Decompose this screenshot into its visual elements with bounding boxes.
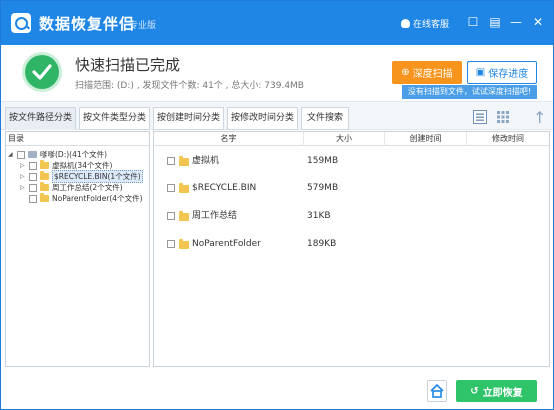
save-icon: ▣ — [475, 67, 486, 78]
column-size[interactable]: 大小 — [304, 132, 385, 146]
file-name: 虚拟机 — [192, 156, 220, 166]
tree-checkbox[interactable] — [29, 161, 37, 170]
file-list: 名字 大小 创建时间 修改时间 虚拟机 159MB $RECYCLE.BIN 5… — [153, 131, 550, 367]
file-row[interactable]: 虚拟机 159MB — [154, 154, 549, 168]
tab-by-path[interactable]: 按文件路径分类 — [5, 107, 76, 130]
deep-scan-label: 深度扫描 — [412, 69, 453, 80]
tab-file-search[interactable]: 文件搜索 — [301, 107, 349, 130]
menu-icon[interactable]: ☐ — [466, 15, 480, 29]
file-size: 189KB — [307, 239, 337, 249]
up-arrow-icon[interactable]: ↑ — [533, 108, 546, 127]
service-label: 在线客服 — [413, 20, 450, 30]
file-name: $RECYCLE.BIN — [192, 183, 257, 193]
folder-icon — [179, 183, 189, 193]
folder-icon — [40, 182, 49, 191]
app-title: 数据恢复伴侣 — [39, 15, 136, 33]
tree-item-label: 周工作总结(2个文件) — [52, 183, 123, 192]
home-button[interactable] — [427, 380, 447, 402]
folder-icon — [179, 211, 189, 221]
file-row[interactable]: 周工作总结 31KB — [154, 209, 549, 223]
deep-scan-tooltip: 没有扫描到文件，试试深度扫描吧! — [402, 85, 537, 99]
scan-complete-title: 快速扫描已完成 — [75, 56, 181, 74]
tree-checkbox[interactable] — [29, 172, 37, 181]
recover-now-button[interactable]: ↺ 立即恢复 — [456, 380, 537, 402]
folder-icon — [179, 156, 189, 166]
tree-header: 目录 — [6, 132, 149, 146]
save-progress-label: 保存进度 — [488, 69, 529, 80]
folder-icon — [179, 239, 189, 249]
column-created[interactable]: 创建时间 — [385, 132, 467, 146]
tree-checkbox[interactable] — [17, 150, 25, 159]
expand-icon[interactable]: ▷ — [20, 182, 26, 193]
file-size: 579MB — [307, 183, 339, 193]
folder-icon — [40, 160, 49, 169]
tree-checkbox[interactable] — [29, 183, 37, 192]
directory-tree: 目录 ◢ 嗲嗲(D:)(41个文件) ▷ 虚拟机(34个文件) ▷ $RECYC… — [5, 131, 150, 367]
file-list-header: 名字 大小 创建时间 修改时间 — [154, 132, 549, 146]
tab-by-modified-time[interactable]: 按修改时间分类 — [227, 107, 298, 130]
online-service-link[interactable]: 在线客服 — [401, 17, 449, 30]
scan-summary: 扫描范围: (D:) , 发现文件个数: 41个 , 总大小: 739.4MB — [75, 81, 304, 91]
tab-bar: 按文件路径分类 按文件类型分类 按创建时间分类 按修改时间分类 文件搜索 ↑ — [1, 101, 553, 130]
deep-scan-button[interactable]: ⊕ 深度扫描 — [392, 61, 462, 84]
tree-item-folder[interactable]: ▷ $RECYCLE.BIN(1个文件) — [20, 170, 143, 183]
file-size: 31KB — [307, 211, 331, 221]
deep-scan-icon: ⊕ — [401, 67, 410, 78]
app-logo-icon — [11, 13, 31, 33]
tree-item-label: NoParentFolder(4个文件) — [52, 194, 143, 203]
file-checkbox[interactable] — [167, 212, 175, 220]
tree-item-folder[interactable]: ▷ 周工作总结(2个文件) — [20, 182, 123, 193]
folder-icon — [40, 193, 49, 202]
collapse-icon[interactable]: ◢ — [8, 149, 14, 160]
drive-icon — [28, 151, 37, 158]
grid-view-icon[interactable] — [496, 110, 510, 124]
minimize-icon[interactable]: — — [509, 15, 523, 29]
tree-checkbox[interactable] — [29, 194, 37, 203]
file-checkbox[interactable] — [167, 240, 175, 248]
tree-item-folder[interactable]: NoParentFolder(4个文件) — [29, 193, 143, 204]
recover-icon: ↺ — [470, 385, 479, 397]
tab-by-created-time[interactable]: 按创建时间分类 — [153, 107, 224, 130]
file-row[interactable]: $RECYCLE.BIN 579MB — [154, 181, 549, 195]
file-name: NoParentFolder — [192, 239, 261, 249]
folder-icon — [40, 171, 49, 180]
file-checkbox[interactable] — [167, 157, 175, 165]
file-name: 周工作总结 — [192, 211, 238, 221]
app-window: 数据恢复伴侣 专业版 在线客服 ☐ ▤ — ✕ 快速扫描已完成 扫描范围: (D… — [0, 0, 554, 410]
home-icon — [430, 383, 444, 398]
recover-label: 立即恢复 — [482, 387, 523, 399]
save-progress-button[interactable]: ▣ 保存进度 — [467, 61, 537, 84]
expand-icon[interactable]: ▷ — [20, 171, 26, 182]
file-size: 159MB — [307, 156, 339, 166]
scan-status-panel: 快速扫描已完成 扫描范围: (D:) , 发现文件个数: 41个 , 总大小: … — [1, 45, 553, 100]
service-icon — [401, 19, 410, 28]
tab-by-type[interactable]: 按文件类型分类 — [79, 107, 150, 130]
tree-item-drive[interactable]: ◢ 嗲嗲(D:)(41个文件) — [8, 149, 107, 160]
list-view-icon[interactable] — [473, 110, 487, 124]
file-row[interactable]: NoParentFolder 189KB — [154, 237, 549, 251]
title-bar: 数据恢复伴侣 专业版 在线客服 ☐ ▤ — ✕ — [1, 1, 553, 45]
column-name[interactable]: 名字 — [154, 132, 304, 146]
close-icon[interactable]: ✕ — [531, 15, 545, 29]
success-check-icon — [25, 55, 59, 89]
edition-label: 专业版 — [129, 21, 157, 31]
file-checkbox[interactable] — [167, 184, 175, 192]
expand-icon[interactable]: ▷ — [20, 160, 26, 171]
tree-item-label: 嗲嗲(D:)(41个文件) — [40, 150, 108, 159]
skin-icon[interactable]: ▤ — [488, 15, 502, 29]
column-modified[interactable]: 修改时间 — [467, 132, 549, 146]
